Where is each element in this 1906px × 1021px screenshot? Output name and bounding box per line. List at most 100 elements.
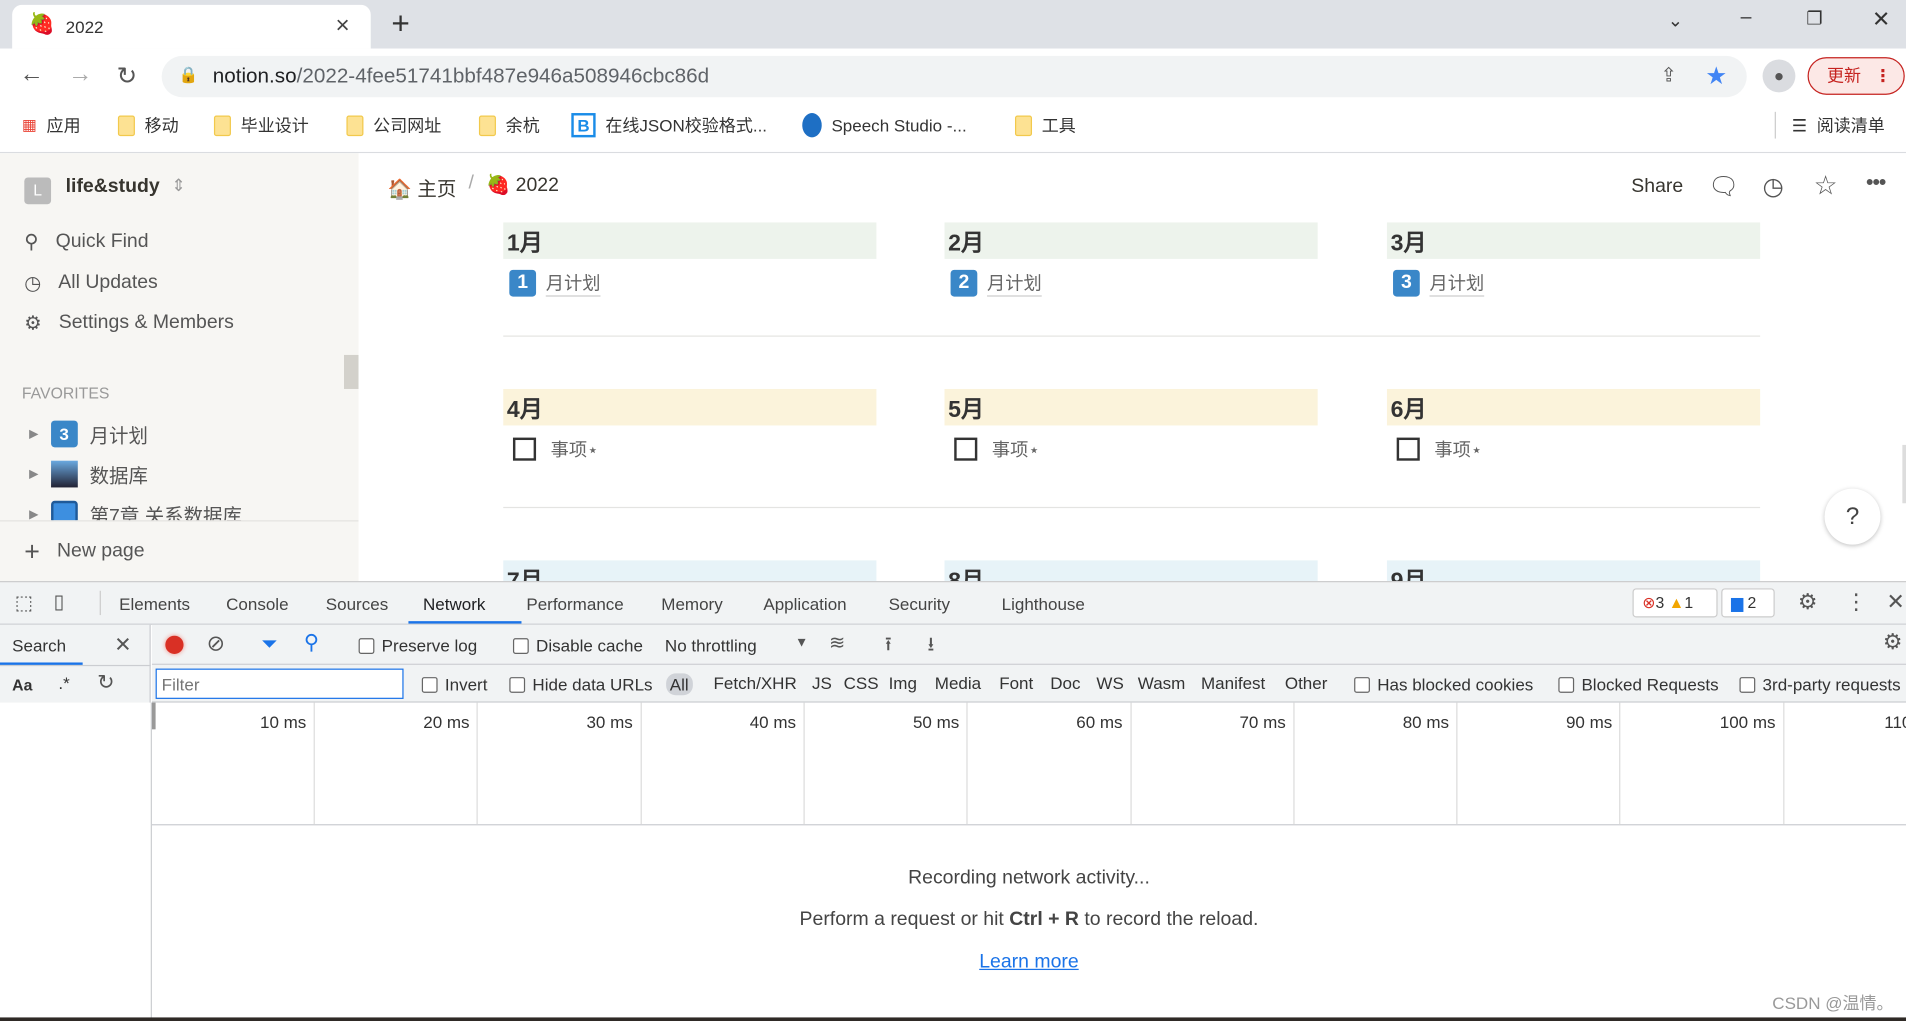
bookmark-item[interactable]: 移动	[117, 112, 179, 139]
back-icon[interactable]: ←	[19, 61, 43, 89]
settings-gear-icon[interactable]: ⚙	[1798, 590, 1818, 616]
bookmark-item[interactable]: B 在线JSON校验格式...	[571, 112, 767, 139]
bookmark-item[interactable]: 公司网址	[346, 112, 441, 139]
refresh-icon[interactable]: ↻	[97, 671, 114, 695]
type-filter-manifest[interactable]: Manifest	[1201, 673, 1265, 692]
browser-tab[interactable]: 🍓 2022 ×	[12, 4, 371, 49]
tab-lighthouse[interactable]: Lighthouse	[1002, 581, 1085, 625]
messages-counter[interactable]: ▆ 2	[1721, 588, 1775, 618]
sidebar-item-quick-find[interactable]: ⚲ Quick Find	[24, 230, 148, 254]
search-icon[interactable]: ⚲	[304, 631, 319, 655]
checkbox[interactable]	[512, 437, 537, 461]
new-page-button[interactable]: + New page	[24, 536, 144, 568]
todo-item[interactable]: 事项⋆	[512, 436, 876, 462]
todo-item[interactable]: 事项⋆	[1396, 436, 1760, 462]
tab-security[interactable]: Security	[889, 581, 950, 625]
throttling-select[interactable]: No throttling	[665, 636, 757, 655]
type-filter-media[interactable]: Media	[935, 673, 981, 692]
favorite-item-clipped[interactable]: ▶ 第7章 关系数据库	[0, 494, 344, 521]
disable-cache-checkbox[interactable]: Disable cache	[512, 636, 643, 655]
sidebar-item-settings[interactable]: ⚙ Settings & Members	[24, 311, 234, 335]
new-tab-button[interactable]: +	[391, 5, 409, 43]
issues-counter[interactable]: ⊗3 ▲1	[1632, 588, 1718, 618]
more-vertical-icon[interactable]: ⋮	[1845, 590, 1867, 616]
reload-icon[interactable]: ↻	[117, 61, 137, 91]
device-toggle-icon[interactable]: ▯	[53, 590, 64, 614]
todo-item[interactable]: 事项⋆	[954, 436, 1317, 462]
type-filter-ws[interactable]: WS	[1096, 673, 1123, 692]
window-close-icon[interactable]: ✕	[1872, 7, 1890, 33]
chevron-updown-icon[interactable]: ⇕	[171, 175, 185, 196]
preserve-log-checkbox[interactable]: Preserve log	[358, 636, 477, 655]
sidebar-item-all-updates[interactable]: ◷ All Updates	[24, 271, 157, 295]
type-filter-fetch-xhr[interactable]: Fetch/XHR	[714, 673, 797, 692]
favorite-item[interactable]: ▶ 3 月计划	[29, 419, 148, 448]
favorite-item[interactable]: ▶ 数据库	[29, 459, 148, 488]
checkbox[interactable]	[1396, 437, 1420, 461]
bookmark-apps[interactable]: ▦ 应用	[22, 112, 81, 139]
network-conditions-icon[interactable]: ≋	[829, 631, 845, 655]
type-filter-doc[interactable]: Doc	[1050, 673, 1080, 692]
record-button[interactable]	[165, 635, 184, 654]
tab-application[interactable]: Application	[763, 581, 846, 625]
third-party-checkbox[interactable]: 3rd-party requests	[1739, 675, 1901, 694]
type-filter-font[interactable]: Font	[999, 673, 1033, 692]
overview-timeline[interactable]: 10 ms 20 ms 30 ms 40 ms 50 ms 60 ms 70 ms 80 ms…	[151, 702, 1906, 826]
search-tab[interactable]: Search	[12, 636, 66, 655]
forward-icon[interactable]: →	[68, 61, 92, 89]
dropdown-arrow-icon[interactable]: ▼	[795, 636, 808, 651]
minimize-icon[interactable]: –	[1741, 7, 1752, 29]
checkbox[interactable]	[954, 437, 978, 461]
favorite-star-icon[interactable]: ☆	[1814, 170, 1838, 202]
invert-checkbox[interactable]: Invert	[421, 675, 487, 694]
tab-network[interactable]: Network	[423, 581, 485, 625]
share-button[interactable]: Share	[1631, 176, 1683, 198]
close-devtools-icon[interactable]: ✕	[1887, 590, 1905, 616]
reading-list-button[interactable]: ☰ 阅读清单	[1792, 112, 1885, 139]
clear-icon[interactable]: ⊘	[207, 631, 225, 657]
month-plan-link[interactable]: 2 月计划	[950, 269, 1318, 297]
has-blocked-cookies-checkbox[interactable]: Has blocked cookies	[1354, 675, 1533, 694]
timeline-handle[interactable]	[151, 702, 156, 730]
hide-data-urls-checkbox[interactable]: Hide data URLs	[509, 675, 653, 694]
breadcrumb-item-home[interactable]: 🏠 主页	[388, 173, 457, 202]
bookmark-item[interactable]: Speech Studio -...	[802, 112, 967, 139]
tab-performance[interactable]: Performance	[526, 581, 623, 625]
workspace-switcher[interactable]: life&study	[66, 176, 160, 198]
type-filter-wasm[interactable]: Wasm	[1138, 673, 1186, 692]
bookmark-item[interactable]: 余杭	[478, 112, 540, 139]
tab-console[interactable]: Console	[226, 581, 288, 625]
type-filter-all[interactable]: All	[666, 673, 693, 696]
match-case-button[interactable]: Aa	[12, 676, 32, 694]
export-har-icon[interactable]: ⭳	[927, 631, 934, 664]
history-clock-icon[interactable]: ◷	[1763, 171, 1784, 201]
tab-elements[interactable]: Elements	[119, 581, 190, 625]
type-filter-img[interactable]: Img	[889, 673, 917, 692]
blocked-requests-checkbox[interactable]: Blocked Requests	[1558, 675, 1719, 694]
month-plan-link[interactable]: 3 月计划	[1393, 269, 1760, 297]
bookmark-item[interactable]: 工具	[1014, 112, 1076, 139]
help-button[interactable]: ?	[1824, 488, 1881, 545]
bookmark-star-icon[interactable]: ★	[1705, 61, 1727, 91]
profile-avatar-icon[interactable]: ●	[1762, 59, 1796, 93]
tab-memory[interactable]: Memory	[661, 581, 722, 625]
close-search-icon[interactable]: ✕	[114, 633, 131, 657]
regex-button[interactable]: .*	[58, 673, 69, 692]
type-filter-css[interactable]: CSS	[844, 673, 879, 692]
type-filter-other[interactable]: Other	[1285, 673, 1328, 692]
learn-more-link[interactable]: Learn more	[979, 952, 1078, 973]
month-plan-link[interactable]: 1 月计划	[509, 269, 876, 297]
comment-icon[interactable]: 🗨︎	[1708, 171, 1739, 201]
filter-funnel-icon[interactable]: ⏷	[261, 632, 278, 656]
more-icon[interactable]: •••	[1866, 170, 1887, 196]
type-filter-js[interactable]: JS	[812, 673, 832, 692]
inspect-element-icon[interactable]: ⬚	[15, 591, 33, 615]
bookmark-item[interactable]: 毕业设计	[213, 112, 309, 139]
network-settings-icon[interactable]: ⚙	[1883, 630, 1903, 656]
tab-search-icon[interactable]: ⌄	[1668, 10, 1683, 32]
tab-sources[interactable]: Sources	[326, 581, 388, 625]
tab-close-icon[interactable]: ×	[335, 12, 349, 40]
share-page-icon[interactable]: ⇪	[1660, 63, 1676, 87]
restore-icon[interactable]: ❐	[1806, 7, 1822, 30]
import-har-icon[interactable]: ⭱	[885, 631, 892, 664]
